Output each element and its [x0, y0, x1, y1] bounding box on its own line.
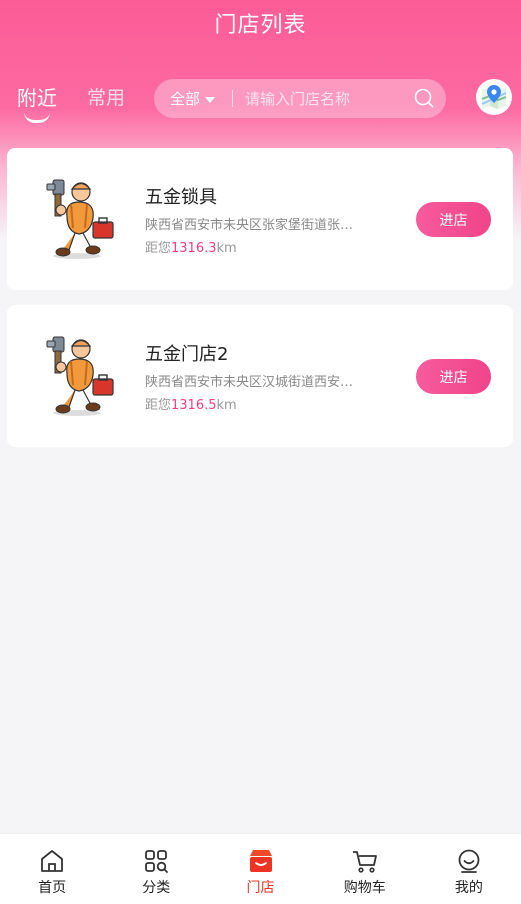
tabbar-label-store: 门店 [246, 880, 275, 896]
search-divider [232, 90, 234, 107]
tabbar-label-cart: 购物车 [343, 880, 386, 896]
distance-unit: km [216, 241, 237, 256]
store-icon [249, 850, 272, 872]
search-bar: 全部 [154, 79, 446, 118]
store-logo-image [46, 336, 114, 416]
store-name: 五金锁具 [145, 187, 217, 208]
distance-prefix: 距您 [145, 241, 172, 256]
distance-unit: km [216, 398, 237, 413]
tab-frequent-label: 常用 [87, 87, 126, 109]
store-card[interactable]: 五金门店2 陕西省西安市未央区汉城街道西安… 距您1316.5km 进店 [7, 305, 513, 447]
tabbar-label-home: 首页 [38, 880, 67, 896]
tabbar-label-category: 分类 [142, 880, 171, 896]
tab-nearby-label: 附近 [17, 86, 57, 110]
store-tabs: 附近 常用 [17, 84, 155, 123]
store-distance: 距您1316.3km [145, 240, 237, 258]
store-distance: 距您1316.5km [145, 397, 237, 415]
store-address: 陕西省西安市未央区张家堡街道张… [145, 218, 354, 233]
tabbar-item-cart[interactable]: 购物车 [313, 834, 417, 904]
enter-store-button[interactable]: 进店 [416, 359, 491, 394]
category-icon [145, 850, 169, 873]
distance-value: 1316.5 [171, 398, 217, 413]
distance-value: 1316.3 [171, 241, 217, 256]
cart-icon [352, 851, 377, 873]
tabbar-label-profile: 我的 [454, 880, 483, 896]
enter-store-button[interactable]: 进店 [416, 202, 491, 237]
store-card[interactable]: 五金锁具 陕西省西安市未央区张家堡街道张… 距您1316.3km 进店 [7, 148, 513, 290]
tab-nearby[interactable]: 附近 [17, 84, 57, 123]
filter-dropdown[interactable]: 全部 [154, 88, 216, 109]
distance-prefix: 距您 [145, 398, 172, 413]
profile-icon [458, 849, 480, 873]
caret-down-icon [205, 96, 216, 103]
filter-label: 全部 [170, 90, 201, 108]
store-logo-image [46, 179, 114, 259]
home-icon [41, 850, 63, 872]
tabbar-item-home[interactable]: 首页 [0, 834, 104, 904]
bottom-tab-bar: 首页 分类 门店 购物车 我的 [0, 833, 521, 904]
page-title: 门店列表 [214, 13, 307, 38]
tabbar-item-category[interactable]: 分类 [104, 834, 208, 904]
search-icon[interactable] [414, 88, 434, 108]
tabbar-item-profile[interactable]: 我的 [417, 834, 521, 904]
store-search-input[interactable] [245, 89, 406, 108]
tabbar-item-store[interactable]: 门店 [208, 834, 312, 904]
tab-frequent[interactable]: 常用 [87, 84, 125, 112]
map-button[interactable] [476, 79, 512, 115]
store-address: 陕西省西安市未央区汉城街道西安… [145, 375, 354, 390]
map-location-icon [481, 85, 507, 109]
store-name: 五金门店2 [145, 344, 229, 365]
